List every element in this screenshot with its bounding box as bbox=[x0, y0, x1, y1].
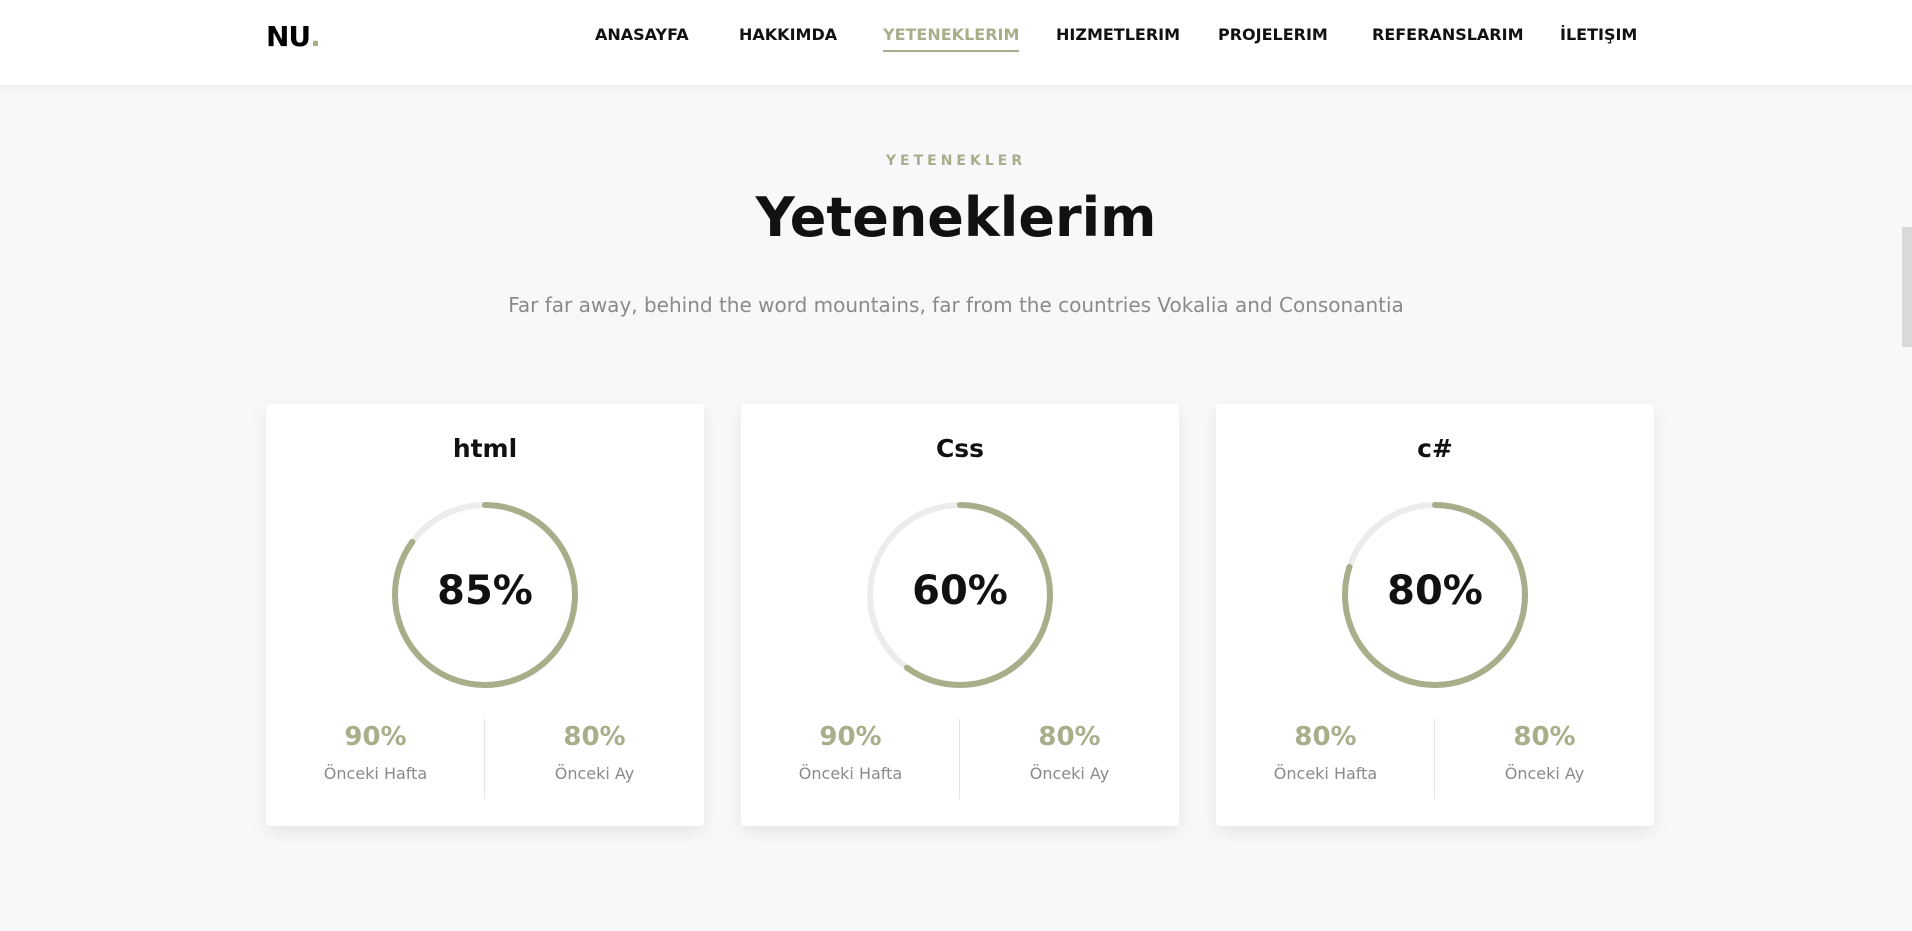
skill-percent: 60% bbox=[912, 568, 1008, 614]
skill-card-csharp: c# 80% 80% Önceki Hafta 80% Önceki Ay bbox=[1216, 404, 1654, 826]
stat-value: 90% bbox=[819, 722, 882, 752]
logo[interactable]: NU. bbox=[266, 20, 321, 53]
skill-name: html bbox=[452, 434, 518, 463]
nav-item-yeteneklerim[interactable]: YETENEKLERIM bbox=[883, 25, 1020, 52]
nav-item-iletisim[interactable]: İLETIŞIM bbox=[1560, 25, 1637, 44]
nav-item-referanslarim[interactable]: REFERANSLARIM bbox=[1372, 25, 1524, 44]
logo-text: NU bbox=[266, 20, 311, 53]
skill-card-html: html 85% 90% Önceki Hafta 80% Önceki Ay bbox=[266, 404, 704, 826]
logo-dot: . bbox=[310, 20, 321, 53]
nav-item-hizmetlerim[interactable]: HIZMETLERIM bbox=[1056, 25, 1180, 44]
stat-value: 80% bbox=[1038, 722, 1101, 752]
stat-label: Önceki Ay bbox=[1029, 764, 1110, 783]
section-description: Far far away, behind the word mountains,… bbox=[508, 293, 1404, 317]
section-title: Yeteneklerim bbox=[755, 186, 1157, 249]
stat-label: Önceki Hafta bbox=[323, 764, 428, 783]
skill-name: Css bbox=[935, 434, 985, 463]
nav-item-projelerim[interactable]: PROJELERIM bbox=[1218, 25, 1328, 44]
stat-label: Önceki Ay bbox=[1504, 764, 1585, 783]
stat-value: 80% bbox=[563, 722, 626, 752]
navbar: NU. ANASAYFA HAKKIMDA YETENEKLERIM HIZME… bbox=[0, 0, 1912, 85]
stat-value: 90% bbox=[344, 722, 407, 752]
stat-previous-week: 90% Önceki Hafta bbox=[266, 722, 485, 783]
stat-label: Önceki Ay bbox=[554, 764, 635, 783]
stat-previous-month: 80% Önceki Ay bbox=[1435, 722, 1654, 783]
stat-previous-month: 80% Önceki Ay bbox=[485, 722, 704, 783]
stat-previous-week: 80% Önceki Hafta bbox=[1216, 722, 1435, 783]
skill-card-css: Css 60% 90% Önceki Hafta 80% Önceki Ay bbox=[741, 404, 1179, 826]
stat-previous-week: 90% Önceki Hafta bbox=[741, 722, 960, 783]
stat-value: 80% bbox=[1513, 722, 1576, 752]
section-subheading: YETENEKLER bbox=[885, 153, 1027, 169]
skill-percent: 80% bbox=[1387, 568, 1483, 614]
nav-item-anasayfa[interactable]: ANASAYFA bbox=[595, 25, 689, 44]
stat-value: 80% bbox=[1294, 722, 1357, 752]
stat-label: Önceki Hafta bbox=[1273, 764, 1378, 783]
skill-percent: 85% bbox=[437, 568, 533, 614]
nav-item-hakkimda[interactable]: HAKKIMDA bbox=[739, 25, 837, 44]
stat-label: Önceki Hafta bbox=[798, 764, 903, 783]
stat-previous-month: 80% Önceki Ay bbox=[960, 722, 1179, 783]
skill-name: c# bbox=[1417, 434, 1453, 463]
